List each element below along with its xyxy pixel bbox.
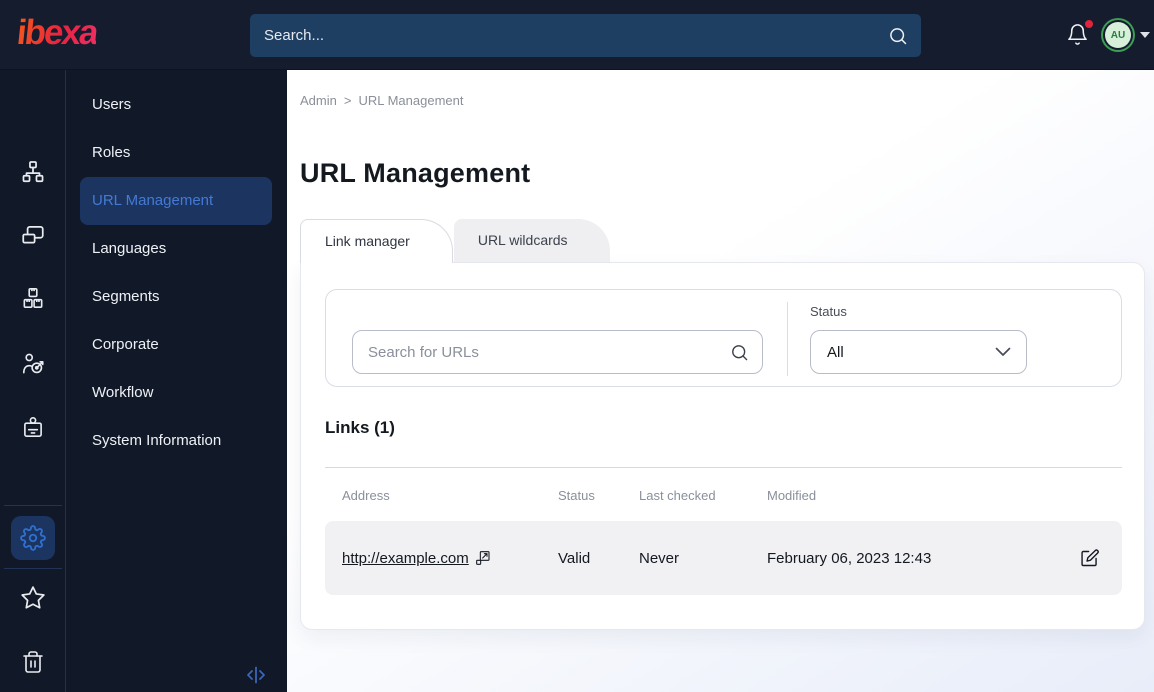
column-header-last-checked: Last checked [639,488,716,503]
cell-modified: February 06, 2023 12:43 [767,549,932,567]
rail-divider [4,505,62,506]
audience-icon [20,351,46,382]
links-heading: Links (1) [325,418,395,437]
sidebar: Users Roles URL Management Languages Seg… [0,70,287,692]
breadcrumb-admin[interactable]: Admin [300,93,337,108]
tab-link-manager[interactable]: Link manager [300,219,453,263]
table-row: http://example.com Valid Never February … [325,521,1122,595]
products-icon [20,285,46,316]
link-manager-panel: Status All Links (1) Address Status Last… [300,262,1145,630]
sidebar-item-segments[interactable]: Segments [80,273,272,321]
badge-icon [20,415,46,446]
sidebar-item-roles[interactable]: Roles [80,129,272,177]
column-header-status: Status [558,488,595,503]
table-rule [325,467,1122,468]
notifications-button[interactable] [1066,20,1093,51]
cell-status: Valid [558,549,591,567]
filter-box: Status All [325,289,1122,387]
search-icon [730,343,749,362]
edit-icon [1081,548,1099,566]
status-label: Status [810,304,847,319]
topbar: ibexa AU [0,0,1154,70]
edit-button[interactable] [1075,544,1104,573]
status-select[interactable]: All [810,330,1027,374]
chevron-down-icon [995,347,1011,357]
table-header-row: Address Status Last checked Modified [325,488,1122,503]
sidebar-item-users[interactable]: Users [80,81,272,129]
admin-menu: Users Roles URL Management Languages Seg… [66,70,287,692]
user-avatar[interactable]: AU [1105,22,1131,48]
star-icon [20,585,46,616]
url-link[interactable]: http://example.com [342,550,491,567]
bell-icon [1066,24,1089,51]
breadcrumb-current: URL Management [358,93,464,108]
filter-divider [787,302,788,376]
url-link-text: http://example.com [342,549,469,567]
main-content: Admin > URL Management URL Management Li… [287,70,1154,692]
rail-item-products[interactable] [0,276,66,324]
icon-rail [0,70,66,692]
status-select-value: All [827,343,844,361]
pages-icon [20,222,46,253]
rail-item-audience[interactable] [0,342,66,390]
sidebar-collapse-icon[interactable] [245,666,267,684]
tab-url-wildcards[interactable]: URL wildcards [453,219,610,262]
avatar-initials: AU [1110,29,1126,41]
rail-item-bookmarks[interactable] [0,576,66,624]
ibexa-logo[interactable]: ibexa [15,13,99,53]
column-header-modified: Modified [767,488,817,503]
column-header-address: Address [342,488,390,503]
breadcrumb: Admin > URL Management [300,93,463,108]
rail-item-pages[interactable] [0,213,66,261]
notification-dot [1085,20,1093,28]
tab-bar: Link manager URL wildcards [300,219,610,263]
trash-icon [21,650,45,679]
rail-item-content[interactable] [0,150,66,198]
rail-item-trash[interactable] [0,640,66,688]
cell-last-checked: Never [639,549,680,567]
sitemap-icon [20,159,46,190]
settings-icon [11,516,55,560]
page-title: URL Management [300,158,531,188]
user-menu-chevron-icon[interactable] [1140,32,1150,39]
sidebar-item-workflow[interactable]: Workflow [80,369,272,417]
sidebar-item-corporate[interactable]: Corporate [80,321,272,369]
external-link-icon [475,551,490,565]
rail-item-admin-active[interactable] [0,512,66,564]
breadcrumb-separator: > [343,93,352,108]
sidebar-item-url-management[interactable]: URL Management [80,177,272,225]
url-search[interactable] [352,330,763,374]
url-search-input[interactable] [353,343,730,361]
search-icon [888,26,908,46]
global-search[interactable] [250,14,921,57]
global-search-input[interactable] [250,27,888,44]
rail-item-corporate[interactable] [0,406,66,454]
rail-divider [4,568,62,569]
sidebar-item-system-information[interactable]: System Information [80,417,272,465]
sidebar-item-languages[interactable]: Languages [80,225,272,273]
